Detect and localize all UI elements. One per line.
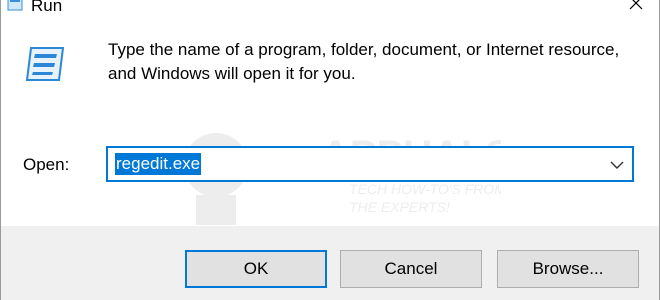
- run-dialog: Run APPUALS TECH HOW-TO'S FROM THE EXPER…: [0, 0, 660, 300]
- open-input[interactable]: regedit.exe: [115, 153, 202, 175]
- open-combobox[interactable]: regedit.exe: [106, 146, 634, 182]
- open-label: Open:: [23, 155, 70, 174]
- title-bar: Run: [1, 0, 659, 28]
- browse-button[interactable]: Browse...: [497, 250, 639, 288]
- close-button[interactable]: [613, 0, 659, 20]
- ok-button[interactable]: OK: [185, 250, 327, 288]
- window-title: Run: [31, 0, 63, 15]
- close-icon: [629, 0, 643, 15]
- run-dialog-icon: [23, 44, 67, 84]
- cancel-button[interactable]: Cancel: [340, 250, 482, 288]
- chevron-down-icon[interactable]: [607, 155, 627, 175]
- instruction-text: Type the name of a program, folder, docu…: [108, 40, 620, 83]
- run-app-icon: [7, 0, 23, 12]
